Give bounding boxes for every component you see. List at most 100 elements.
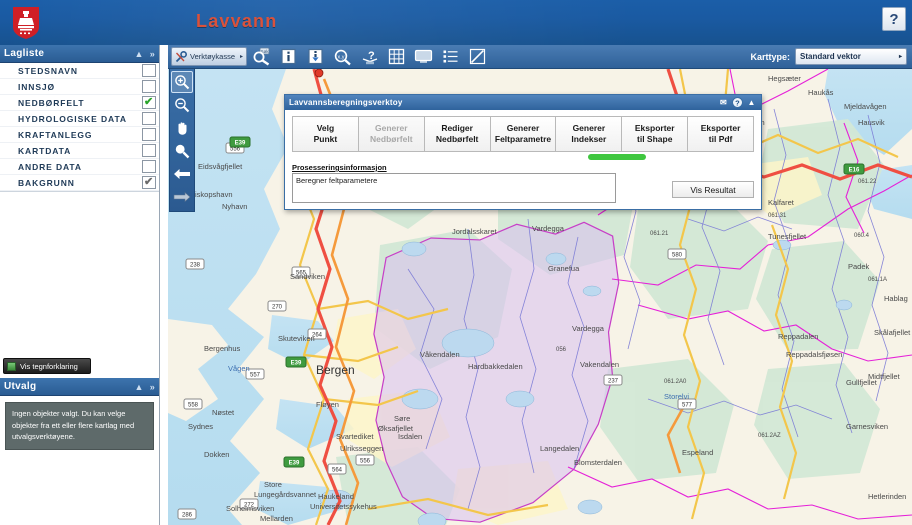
grid-icon[interactable] [384,46,409,67]
layer-panel-title: Lagliste [4,48,45,59]
dialog-tab-button[interactable]: Velg Punkt [292,116,358,152]
zoom-out-icon[interactable] [171,94,193,116]
layer-checkbox[interactable] [142,95,156,109]
layer-checkbox[interactable] [142,144,156,157]
svg-text:Dokken: Dokken [204,450,229,459]
dialog-tab-button[interactable]: Generer Feltparametre [489,116,556,152]
toolbox-label: Verktøykasse [190,52,236,61]
layer-list: STEDSNAVN INNSJØ NEDBØRFELT HYDROLOGISKE DA… [0,63,159,192]
dialog-body: Velg Punkt Generer Nedbørfelt Rediger Nedbørf… [285,110,761,203]
svg-text:Tunesfjellet: Tunesfjellet [768,232,807,241]
dialog-tab-line2: Nedbørfelt [370,134,413,144]
toolbox-dropdown[interactable]: Verktøykasse ▸ [171,47,247,66]
dialog-titlebar[interactable]: Lavvannsberegningsverktoy ✉ ? ▲ [285,95,761,110]
svg-text:Langedalen: Langedalen [540,444,579,453]
chevron-right-icon: ▸ [239,54,243,60]
svg-text:061.21: 061.21 [650,231,669,237]
map-navigation-toolbar [169,69,195,212]
show-legend-button[interactable]: Vis tegnforklaring [3,358,91,374]
svg-text:061.31: 061.31 [768,213,787,219]
help-icon: ? [889,10,899,28]
svg-text:Nyhavn: Nyhavn [222,202,247,211]
svg-text:Mellarden: Mellarden [260,514,293,523]
help-button[interactable]: ? [882,7,906,31]
layer-row[interactable]: NEDBØRFELT [0,95,159,111]
dialog-tab-line2: til Pdf [708,134,733,144]
coordinate-search-icon[interactable]: x,y [330,46,355,67]
svg-text:Haukås: Haukås [808,88,834,97]
download-icon[interactable] [303,46,328,67]
svg-text:Våkendalen: Våkendalen [420,350,460,359]
svg-text:286: 286 [182,513,193,519]
selection-panel-collapse-icon[interactable]: ▲ [134,382,143,392]
layer-row[interactable]: STEDSNAVN [0,63,159,79]
dialog-tab-line2: Feltparametre [494,134,552,144]
dialog-tab-button[interactable]: Rediger Nedbørfelt [423,116,490,152]
layer-row[interactable]: INNSJØ [0,79,159,95]
svg-text:Solheimsviken: Solheimsviken [226,504,274,513]
svg-text:061.1A: 061.1A [868,277,887,283]
layer-row[interactable]: KRAFTANLEGG [0,127,159,143]
list-icon[interactable] [438,46,463,67]
progress-bar [588,154,646,160]
help-icon[interactable]: ? [732,97,743,108]
back-arrow-icon[interactable] [171,163,193,185]
svg-text:Jordalsskaret: Jordalsskaret [452,227,498,236]
pan-hand-icon[interactable] [171,117,193,139]
search-icon[interactable]: Søk [249,46,274,67]
dialog-tab-line1: Eksporter [700,123,741,134]
svg-text:Biskopshavn: Biskopshavn [190,190,233,199]
magnifier-icon[interactable] [171,140,193,162]
layer-row[interactable]: KARTDATA [0,143,159,159]
svg-text:Øksafjellet: Øksafjellet [378,424,414,433]
svg-text:Reppadalsfjøsen: Reppadalsfjøsen [786,350,842,359]
mail-icon[interactable]: ✉ [718,97,729,108]
info-icon[interactable] [276,46,301,67]
map-type-dropdown[interactable]: Standard vektor ▸ [795,48,907,65]
dialog-tab-button[interactable]: Eksporter til Shape [621,116,688,152]
layer-checkbox[interactable] [142,175,156,189]
svg-text:556: 556 [360,459,371,465]
layer-row[interactable]: ANDRE DATA [0,159,159,175]
show-result-button[interactable]: Vis Resultat [672,181,754,198]
layer-checkbox[interactable] [142,112,156,125]
map-type-value: Standard vektor [800,52,861,61]
svg-text:x,y: x,y [338,54,345,60]
svg-text:Ulriksseggen: Ulriksseggen [340,444,383,453]
banner-sheen [0,0,912,45]
screen-icon[interactable] [411,46,436,67]
left-sidebar: Lagliste ▲ » STEDSNAVN INNSJØ NEDBØRFELT HY… [0,45,160,525]
svg-text:Storelvi: Storelvi [664,392,689,401]
dialog-tab-button[interactable]: Eksporter til Pdf [687,116,755,152]
svg-text:238: 238 [190,263,201,269]
layer-panel-collapse-icon[interactable]: ▲ [134,49,143,59]
svg-text:Vågen: Vågen [228,364,250,373]
svg-text:?: ? [735,98,740,107]
app-title: Lavvann [196,11,278,31]
selection-panel: Utvalg ▲ » Ingen objekter valgt. Du kan … [0,378,159,458]
dialog-tab-line2: Indekser [571,134,607,144]
layer-checkbox[interactable] [142,80,156,93]
svg-text:Isdalen: Isdalen [398,432,422,441]
layer-checkbox[interactable] [142,160,156,173]
dialog-tab-button[interactable]: Generer Indekser [555,116,622,152]
svg-text:Garnesviken: Garnesviken [846,422,888,431]
dialog-tab-line2: Punkt [313,134,338,144]
svg-text:Hetlerinden: Hetlerinden [868,492,906,501]
dialog-tab-line1: Generer [374,123,408,134]
svg-text:Søre: Søre [394,414,410,423]
layer-checkbox[interactable] [142,128,156,141]
zoom-in-icon[interactable] [171,71,193,93]
svg-text:Eidsvågfjellet: Eidsvågfjellet [198,162,243,171]
draw-icon[interactable] [465,46,490,67]
query-icon[interactable]: ? [357,46,382,67]
selection-panel-header: Utvalg ▲ » [0,378,159,396]
forward-arrow-icon[interactable] [171,186,193,208]
svg-text:Gullfjellet: Gullfjellet [846,378,878,387]
selection-panel-expand-icon[interactable]: » [150,382,155,392]
layer-row[interactable]: HYDROLOGISKE DATA [0,111,159,127]
layer-row[interactable]: BAKGRUNN [0,175,159,191]
layer-panel-expand-icon[interactable]: » [150,49,155,59]
layer-checkbox[interactable] [142,64,156,77]
collapse-icon[interactable]: ▲ [746,97,757,108]
